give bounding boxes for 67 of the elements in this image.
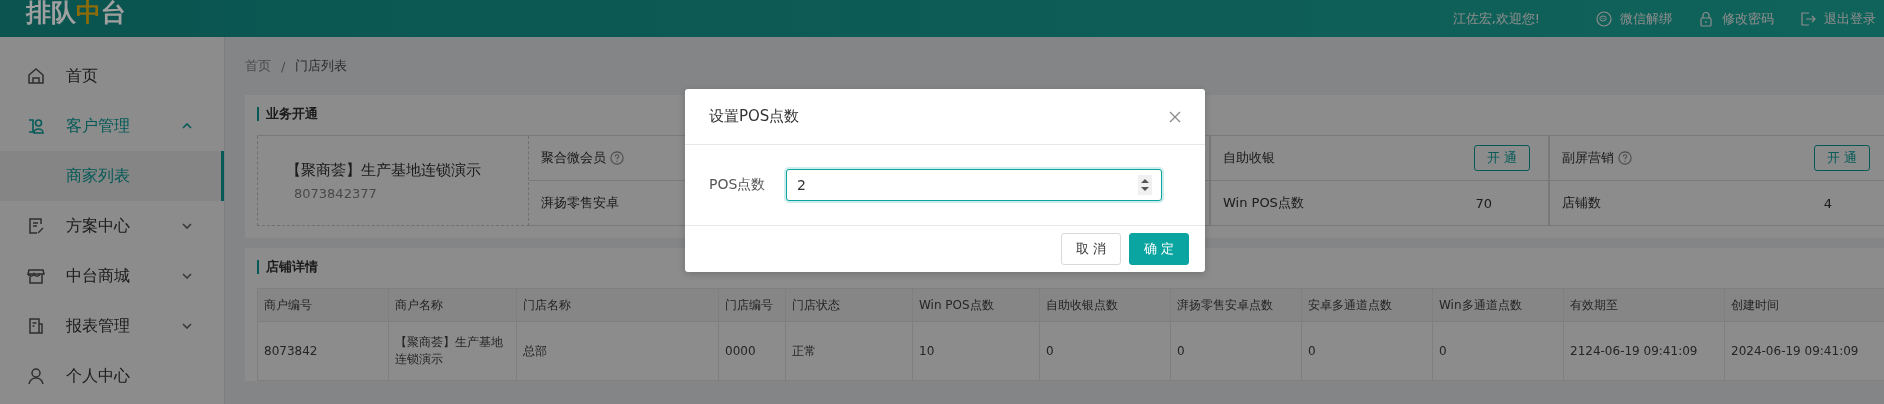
table-cell: 10 [912,321,1040,381]
store-icon [26,266,46,286]
table-cell: 总部 [516,321,719,381]
table-cell: 0 [1170,321,1302,381]
close-icon[interactable] [1169,110,1181,123]
column-header: 湃扬零售安卓点数 [1170,288,1302,322]
greeting-text: 江佐宏,欢迎您! [1452,9,1540,28]
header-link[interactable]: 修改密码 [1698,9,1774,28]
column-header: 门店编号 [718,288,786,322]
table-cell: 正常 [785,321,913,381]
table-cell: 8073842 [257,321,389,381]
column-header: 商户编号 [257,288,389,322]
sidebar-subitem[interactable]: 商家列表 [0,151,224,201]
sidebar-item[interactable]: 客户管理 [0,101,224,151]
activate-button[interactable]: 开 通 [1813,145,1870,171]
report-icon [26,316,46,336]
header-link[interactable]: 退出登录 [1800,9,1876,28]
home-icon [26,66,46,86]
wechat-icon [1596,10,1612,27]
metric-value: 70 [1475,195,1492,211]
metric-value: 4 [1823,195,1832,211]
sidebar-item[interactable]: 首页 [0,51,224,101]
table-cell: 0 [1301,321,1433,381]
help-icon[interactable] [1618,151,1632,165]
user-icon [26,366,46,386]
service-name: 聚合微会员 [541,149,606,167]
table-cell: 2124-06-19 09:41:09 [1563,321,1725,381]
confirm-button[interactable]: 确 定 [1128,233,1189,265]
number-field[interactable]: 2 [786,169,1162,201]
metric-label: Win POS点数 [1223,194,1304,212]
table-cell: 0 [1432,321,1564,381]
merchant-id: 8073842377 [293,185,378,201]
logout-icon [1800,10,1816,27]
column-header: 商户名称 [388,288,517,322]
activate-button[interactable]: 开 通 [1473,145,1530,171]
column-header: Win多通道点数 [1432,288,1564,322]
column-header: 创建时间 [1724,288,1884,322]
help-icon[interactable] [610,151,624,165]
field-label: POS点数 [709,176,767,194]
table-cell: 0000 [718,321,786,381]
column-header: Win POS点数 [912,288,1040,322]
lock-icon [1698,10,1714,27]
column-header: 自助收银点数 [1039,288,1171,322]
stepper-icon[interactable] [1138,175,1152,195]
merchant-name: 【聚商荟】生产基地连锁演示 [286,160,482,180]
column-header: 门店名称 [516,288,719,322]
logo-text: 台 [101,0,126,27]
service-name: 自助收银 [1223,149,1275,167]
breadcrumb-separator: / [281,58,286,74]
header-link[interactable]: 微信解绑 [1596,9,1672,28]
logo-text: 排队 [26,0,76,27]
column-header: 门店状态 [785,288,913,322]
metric-label: 店铺数 [1562,194,1601,212]
table-cell: 【聚商荟】生产基地连锁演示 [388,321,517,381]
table-cell: 0 [1039,321,1171,381]
service-name: 副屏营销 [1562,149,1614,167]
column-header: 有效期至 [1563,288,1725,322]
people-icon [26,116,46,136]
column-header: 安卓多通道点数 [1301,288,1433,322]
cancel-button[interactable]: 取 消 [1060,233,1121,265]
sidebar-item[interactable]: 中台商城 [0,251,224,301]
sidebar-item[interactable]: 个人中心 [0,351,224,401]
metric-label: 湃扬零售安卓 [541,194,619,212]
logo-text: 中 [76,0,101,27]
document-pen-icon [26,216,46,236]
sidebar-item[interactable]: 方案中心 [0,201,224,251]
sidebar-item[interactable]: 报表管理 [0,301,224,351]
